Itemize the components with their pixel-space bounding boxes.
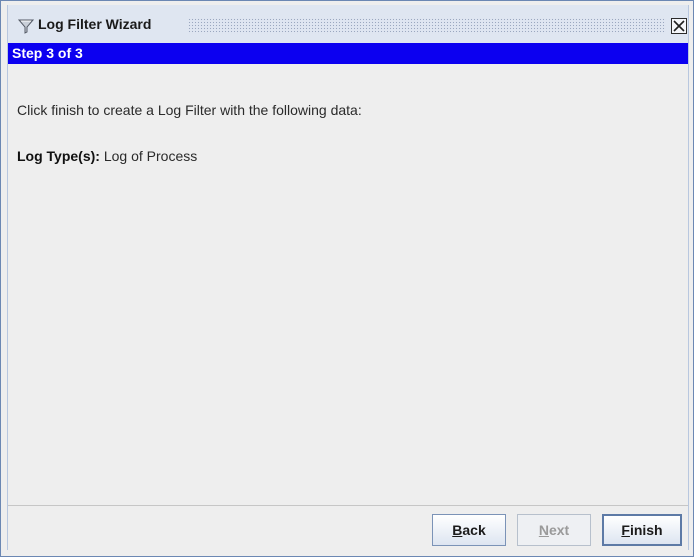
button-bar: Back Next Finish	[8, 505, 688, 551]
summary-panel: Click finish to create a Log Filter with…	[8, 64, 688, 505]
finish-label-rest: inish	[629, 522, 663, 538]
close-icon[interactable]	[671, 18, 687, 34]
log-type-row: Log Type(s): Log of Process	[17, 148, 197, 164]
back-mnemonic: B	[452, 522, 463, 538]
finish-mnemonic: F	[621, 522, 630, 538]
log-type-label: Log Type(s):	[17, 148, 100, 164]
wizard-frame: Log Filter Wizard Step 3 of 3 Click fini…	[7, 5, 689, 551]
next-button[interactable]: Next	[517, 514, 591, 546]
summary-intro: Click finish to create a Log Filter with…	[17, 102, 362, 118]
back-button[interactable]: Back	[432, 514, 506, 546]
next-mnemonic: N	[538, 522, 549, 538]
title-bar-grip	[188, 18, 666, 34]
next-label-rest: ext	[548, 522, 570, 538]
step-label: Step 3 of 3	[12, 45, 83, 61]
funnel-icon	[17, 18, 35, 34]
step-banner: Step 3 of 3	[8, 43, 688, 64]
window-title: Log Filter Wizard	[38, 16, 152, 32]
log-type-value: Log of Process	[99, 148, 198, 164]
title-bar[interactable]: Log Filter Wizard	[8, 5, 688, 44]
finish-button[interactable]: Finish	[602, 514, 682, 546]
back-label-rest: ack	[462, 522, 486, 538]
wizard-window: Log Filter Wizard Step 3 of 3 Click fini…	[0, 0, 694, 557]
